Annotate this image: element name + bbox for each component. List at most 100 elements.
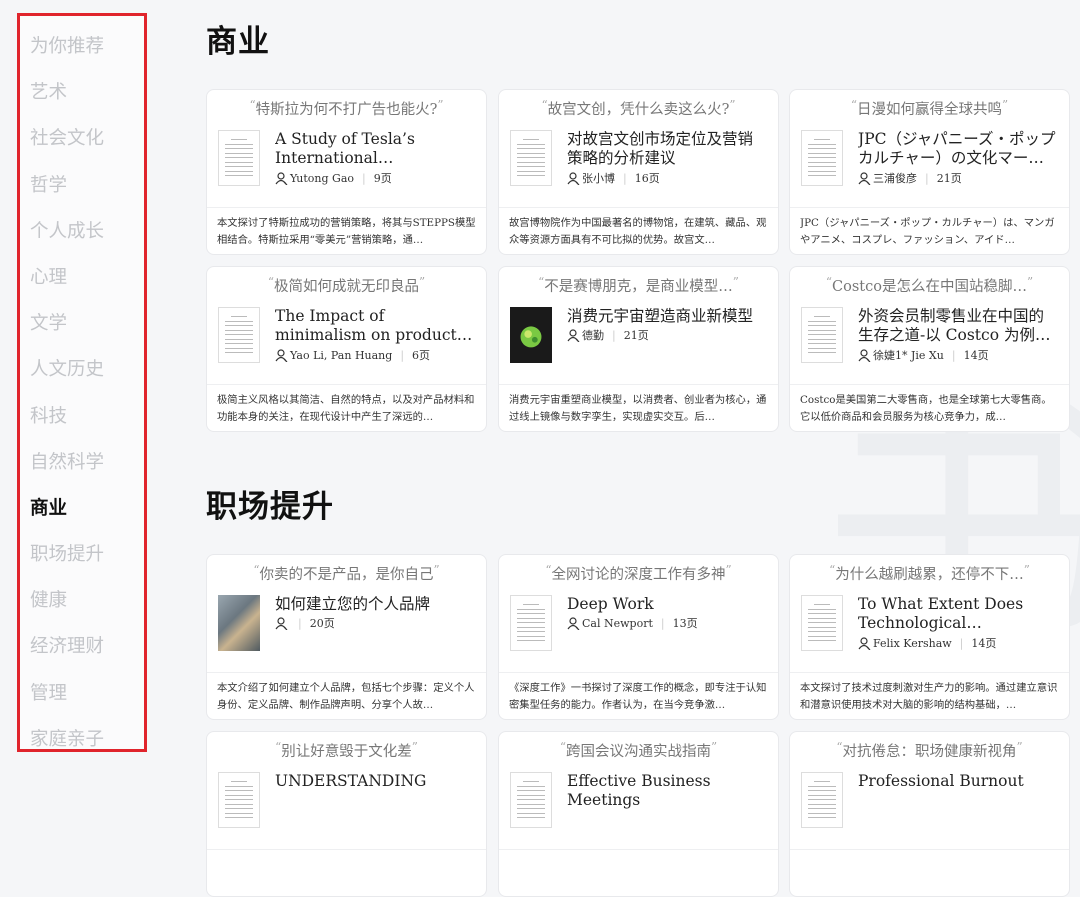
document-thumbnail[interactable] [510, 307, 552, 363]
document-thumbnail[interactable] [510, 772, 552, 828]
author-icon [858, 171, 871, 185]
card-divider [499, 849, 778, 850]
section-title-business: 商业 [206, 24, 270, 60]
document-thumbnail[interactable] [801, 307, 843, 363]
document-card[interactable]: “全网讨论的深度工作有多神” Deep Work Cal Newport | 13页 《深… [498, 554, 779, 720]
page-count: 21页 [936, 172, 962, 185]
card-quote: “Costco是怎么在中国站稳脚…” [800, 275, 1059, 296]
page-count: 6页 [412, 349, 431, 362]
sidebar-item[interactable]: 艺术 [30, 75, 104, 121]
card-divider [790, 849, 1069, 850]
card-divider [499, 384, 778, 385]
sidebar-item[interactable]: 商业 [30, 491, 104, 537]
sidebar-item[interactable]: 家庭亲子 [30, 722, 104, 768]
document-thumbnail[interactable] [218, 307, 260, 363]
card-quote-text: 特斯拉为何不打广告也能火? [255, 102, 438, 118]
author-name: Felix Kershaw [873, 636, 952, 650]
document-card[interactable]: “别让好意毁于文化差” UNDERSTANDING [206, 731, 487, 897]
document-title[interactable]: 消费元宇宙塑造商业新模型 [567, 307, 766, 326]
document-card[interactable]: “不是赛博朋克，是商业模型…” 消费元宇宙塑造商业新模型 德勤 | 21页 消费元宇宙重塑… [498, 266, 779, 432]
card-quote: “极简如何成就无印良品” [217, 275, 476, 296]
sidebar-item[interactable]: 自然科学 [30, 445, 104, 491]
author-name: Cal Newport [582, 616, 653, 630]
document-card[interactable]: “日漫如何赢得全球共鸣” JPC（ジャパニーズ・ポップカルチャー）の文化マーケ… 三… [789, 89, 1070, 255]
card-divider [207, 672, 486, 673]
document-card[interactable]: “极简如何成就无印良品” The Impact of minimalism on … [206, 266, 487, 432]
document-card[interactable]: “Costco是怎么在中国站稳脚…” 外资会员制零售业在中国的生存之道-以 Cos… [789, 266, 1070, 432]
document-title[interactable]: 对故宫文创市场定位及营销策略的分析建议 [567, 130, 766, 168]
document-card[interactable]: “对抗倦怠：职场健康新视角” Professional Burnout [789, 731, 1070, 897]
sidebar-item[interactable]: 人文历史 [30, 352, 104, 398]
card-quote: “对抗倦怠：职场健康新视角” [800, 740, 1059, 761]
card-divider [207, 207, 486, 208]
section-title-career: 职场提升 [206, 489, 334, 525]
document-title[interactable]: 如何建立您的个人品牌 [275, 595, 474, 614]
document-thumbnail[interactable] [218, 130, 260, 186]
document-title[interactable]: Professional Burnout [858, 772, 1057, 791]
document-meta: 张小博 | 16页 [567, 170, 768, 186]
document-title[interactable]: The Impact of minimalism on product Desi… [275, 307, 474, 345]
card-quote: “不是赛博朋克，是商业模型…” [509, 275, 768, 296]
document-summary: 极简主义风格以其简洁、自然的特点，以及对产品材料和功能本身的关注，在现代设计中产… [217, 394, 475, 423]
document-title[interactable]: 外资会员制零售业在中国的生存之道-以 Costco 为例 The… [858, 307, 1057, 345]
card-quote-text: 极简如何成就无印良品 [274, 279, 419, 295]
sidebar-item[interactable]: 文学 [30, 306, 104, 352]
document-thumbnail[interactable] [801, 595, 843, 651]
sidebar-item[interactable]: 个人成长 [30, 214, 104, 260]
document-summary: 消费元宇宙重塑商业模型，以消费者、创业者为核心，通过线上镜像与数字孪生，实现虚实… [509, 394, 767, 423]
sidebar-item[interactable]: 哲学 [30, 168, 104, 214]
page-count: 20页 [309, 617, 335, 630]
document-meta: 三浦俊彦 | 21页 [858, 170, 1059, 186]
sidebar-item[interactable]: 管理 [30, 676, 104, 722]
meta-separator: | [362, 171, 366, 185]
document-title[interactable]: JPC（ジャパニーズ・ポップカルチャー）の文化マーケ… [858, 130, 1057, 168]
author-name: 德勤 [582, 329, 604, 342]
author-name: 张小博 [582, 172, 615, 185]
sidebar-item[interactable]: 为你推荐 [30, 29, 104, 75]
document-card[interactable]: “故宫文创，凭什么卖这么火?” 对故宫文创市场定位及营销策略的分析建议 张小博 | 16… [498, 89, 779, 255]
close-quote-icon: ” [1016, 740, 1023, 754]
author-icon [275, 348, 288, 362]
document-meta: Cal Newport | 13页 [567, 615, 768, 631]
document-title[interactable]: Deep Work [567, 595, 766, 614]
card-quote-text: 对抗倦怠：职场健康新视角 [842, 744, 1017, 760]
card-quote: “跨国会议沟通实战指南” [509, 740, 768, 761]
document-title[interactable]: Effective Business Meetings [567, 772, 766, 810]
author-icon [858, 348, 871, 362]
document-thumbnail[interactable] [801, 772, 843, 828]
sidebar-item[interactable]: 经济理财 [30, 629, 104, 675]
author-icon [567, 328, 580, 342]
document-summary: 本文探讨了技术过度刺激对生产力的影响。通过建立意识和潜意识使用技术对大脑的影响的… [800, 682, 1058, 711]
document-title[interactable]: A Study of Tesla’s International Marketi… [275, 130, 474, 168]
document-thumbnail[interactable] [218, 595, 260, 651]
author-icon [275, 171, 288, 185]
document-meta: 徐婕1* Jie Xu | 14页 [858, 347, 1059, 363]
document-thumbnail[interactable] [510, 595, 552, 651]
author-icon [275, 616, 288, 630]
meta-separator: | [951, 348, 956, 362]
sidebar-item[interactable]: 职场提升 [30, 537, 104, 583]
document-summary: Costco是美国第二大零售商，也是全球第七大零售商。它以低价商品和会员服务为核… [800, 394, 1052, 423]
close-quote-icon: ” [711, 740, 718, 754]
meta-separator: | [400, 348, 405, 362]
document-card[interactable]: “跨国会议沟通实战指南” Effective Business Meetings [498, 731, 779, 897]
sidebar-item[interactable]: 科技 [30, 399, 104, 445]
close-quote-icon: ” [419, 275, 426, 289]
page-count: 16页 [634, 172, 660, 185]
document-card[interactable]: “特斯拉为何不打广告也能火?” A Study of Tesla’s Intern… [206, 89, 487, 255]
sidebar-item[interactable]: 健康 [30, 583, 104, 629]
close-quote-icon: ” [1023, 563, 1030, 577]
card-divider [207, 384, 486, 385]
sidebar-item[interactable]: 社会文化 [30, 121, 104, 167]
document-thumbnail[interactable] [510, 130, 552, 186]
card-quote-text: 全网讨论的深度工作有多神 [551, 567, 726, 583]
document-card[interactable]: “为什么越刷越累，还停不下…” To What Extent Does Techn… [789, 554, 1070, 720]
document-title[interactable]: To What Extent Does Technological… [858, 595, 1057, 633]
document-card[interactable]: “你卖的不是产品，是你自己” 如何建立您的个人品牌 | 20页 本文介绍了如何建立个人品… [206, 554, 487, 720]
document-thumbnail[interactable] [801, 130, 843, 186]
page-count: 9页 [373, 172, 392, 185]
document-title[interactable]: UNDERSTANDING [275, 772, 474, 791]
close-quote-icon: ” [411, 740, 418, 754]
sidebar-item[interactable]: 心理 [30, 260, 104, 306]
document-thumbnail[interactable] [218, 772, 260, 828]
